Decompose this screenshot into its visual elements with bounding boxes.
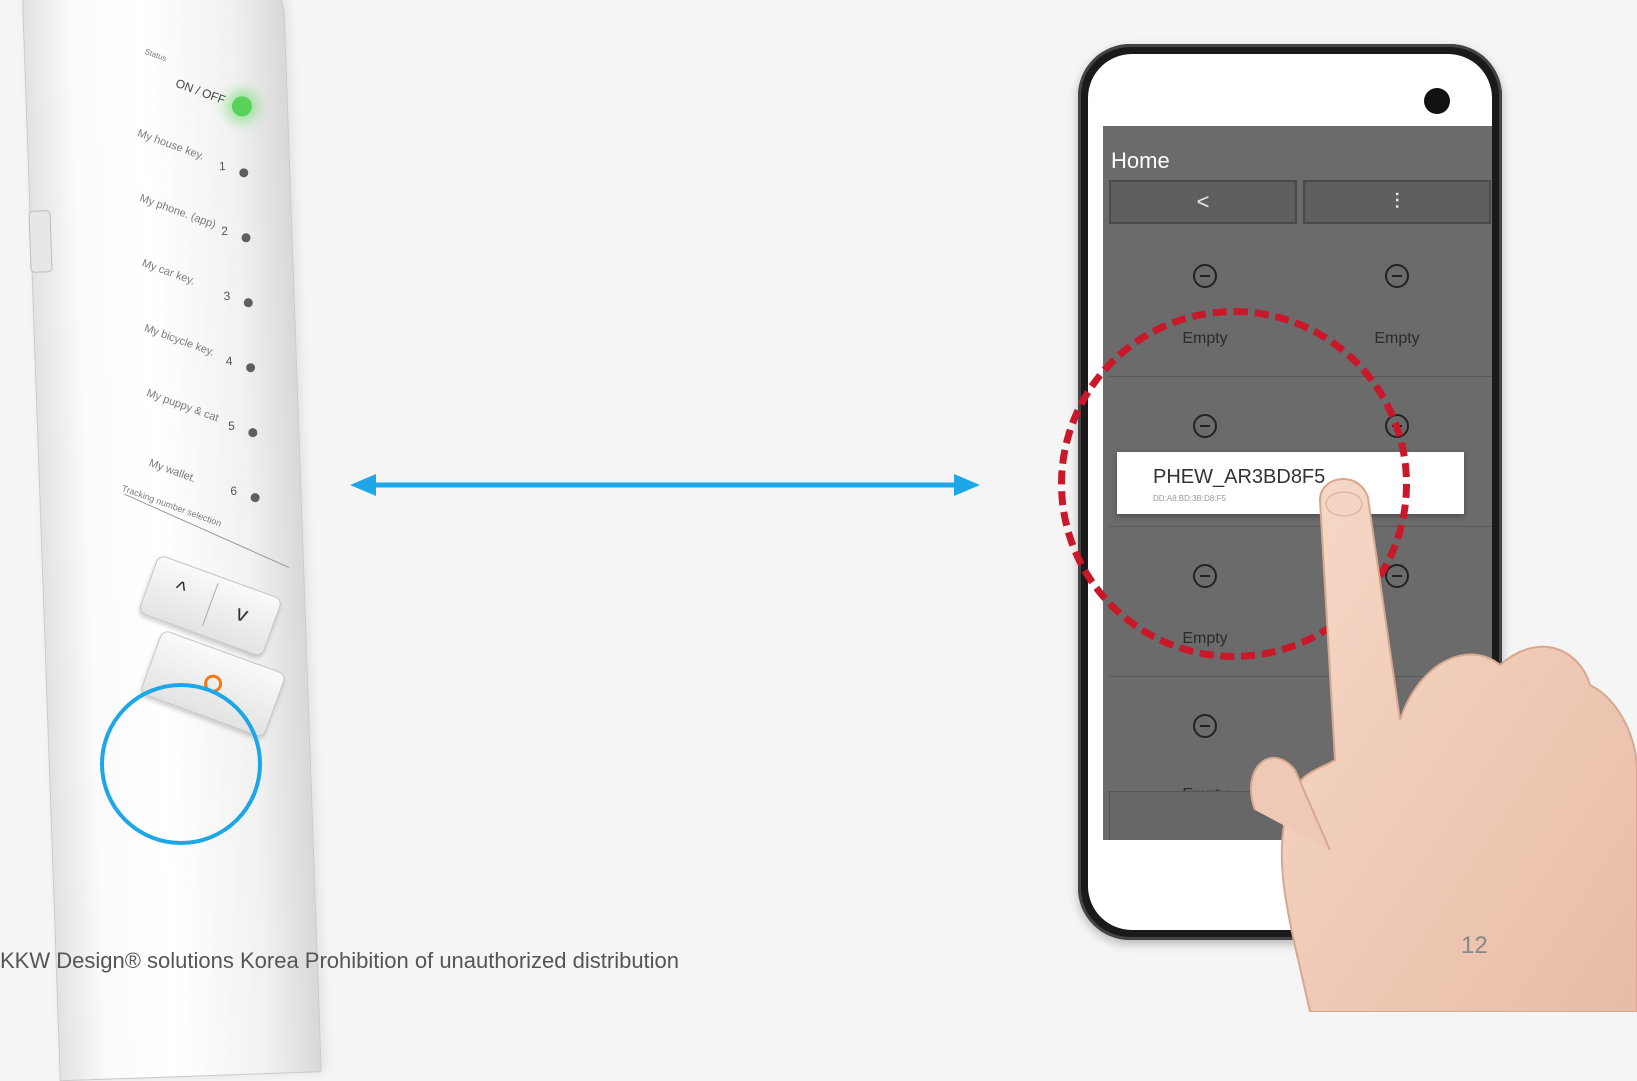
item-number-1: 1 — [218, 158, 226, 174]
item-led-1 — [239, 168, 249, 178]
tracking-label: Tracking number selection — [120, 483, 223, 529]
remove-icon[interactable] — [1193, 264, 1217, 288]
item-led-6 — [250, 492, 260, 503]
button-divider — [201, 582, 219, 627]
down-arrow-icon[interactable]: v — [232, 600, 252, 628]
page-number: 12 — [1461, 932, 1488, 959]
divider — [124, 493, 290, 568]
remove-icon[interactable] — [1385, 264, 1409, 288]
camera-icon — [1424, 88, 1450, 114]
item-number-3: 3 — [223, 288, 231, 304]
status-label: Status — [143, 46, 168, 64]
item-number-5: 5 — [227, 418, 236, 434]
item-led-3 — [243, 298, 253, 308]
item-label-5: My puppy & cat — [144, 387, 221, 425]
app-title: Home — [1111, 148, 1170, 173]
item-led-5 — [248, 428, 258, 438]
item-label-4: My bicycle key. — [142, 322, 216, 359]
remove-icon[interactable] — [1193, 714, 1217, 738]
item-label-6: My wallet. — [147, 457, 198, 486]
settings-button[interactable]: ⫶ — [1303, 180, 1491, 224]
power-led — [231, 96, 253, 117]
item-led-2 — [241, 233, 251, 243]
item-label-2: My phone. (app) — [138, 192, 218, 232]
device-side-switch[interactable] — [28, 210, 53, 273]
item-label-1: My house key. — [135, 127, 206, 163]
item-number-6: 6 — [230, 483, 238, 498]
item-number-2: 2 — [221, 223, 229, 239]
onoff-label: ON / OFF — [173, 76, 228, 108]
up-arrow-icon[interactable]: ^ — [171, 576, 189, 604]
tracker-device: Status ON / OFF My house key. 1 My phone… — [20, 0, 322, 1081]
item-label-3: My car key. — [140, 257, 197, 288]
bidirectional-arrow-icon — [350, 474, 980, 496]
item-number-4: 4 — [225, 353, 233, 369]
back-button[interactable]: < — [1109, 180, 1297, 224]
footer-copyright: KKW Design® solutions Korea Prohibition … — [0, 948, 680, 973]
item-led-4 — [245, 363, 256, 373]
pointing-hand — [1250, 478, 1637, 1012]
select-button-highlight — [100, 683, 262, 845]
